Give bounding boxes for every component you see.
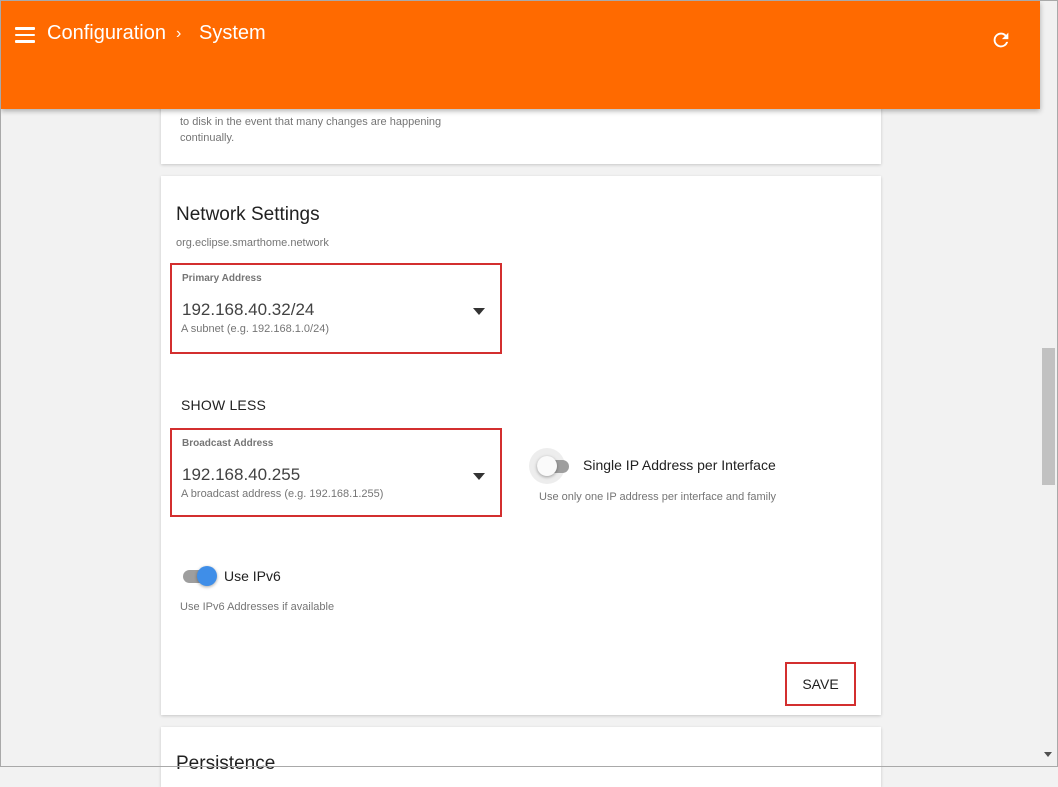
persistence-card-title: Persistence (176, 753, 276, 774)
app-header: Configuration › System (1, 1, 1040, 109)
broadcast-address-value: 192.168.40.255 (182, 465, 301, 484)
network-settings-card: Network Settings org.eclipse.smarthome.n… (161, 176, 881, 715)
broadcast-address-label: Broadcast Address (182, 438, 274, 449)
dropdown-arrow-icon[interactable] (473, 473, 485, 480)
single-ip-description: Use only one IP address per interface an… (539, 491, 777, 503)
toggle-thumb (197, 566, 217, 586)
single-ip-toggle[interactable] (529, 448, 573, 484)
scroll-down-arrow-icon[interactable] (1044, 752, 1052, 757)
primary-address-hint: A subnet (e.g. 192.168.1.0/24) (181, 323, 330, 335)
hamburger-menu-icon[interactable] (15, 27, 35, 43)
dropdown-arrow-icon[interactable] (473, 308, 485, 315)
use-ipv6-label: Use IPv6 (224, 568, 281, 584)
breadcrumb-configuration[interactable]: Configuration (47, 22, 166, 45)
scrollbar-thumb[interactable] (1042, 348, 1055, 485)
previous-settings-card: to disk in the event that many changes a… (161, 100, 881, 164)
use-ipv6-description: Use IPv6 Addresses if available (180, 601, 335, 613)
toggle-thumb (537, 456, 557, 476)
save-button[interactable]: SAVE (785, 662, 856, 706)
primary-address-value: 192.168.40.32/24 (182, 300, 315, 319)
show-less-button[interactable]: SHOW LESS (181, 397, 266, 413)
broadcast-address-select[interactable]: Broadcast Address 192.168.40.255 A broad… (170, 428, 502, 517)
persistence-card: Persistence (161, 727, 881, 787)
use-ipv6-toggle[interactable] (179, 564, 219, 588)
previous-card-description: to disk in the event that many changes a… (180, 116, 442, 144)
chevron-right-icon: › (176, 25, 182, 42)
page-scrollbar[interactable] (1040, 0, 1057, 767)
breadcrumb-system: System (199, 22, 266, 44)
primary-address-select[interactable]: Primary Address 192.168.40.32/24 A subne… (170, 263, 502, 354)
card-subtitle: org.eclipse.smarthome.network (176, 237, 329, 249)
primary-address-label: Primary Address (182, 273, 262, 284)
card-title: Network Settings (176, 204, 320, 225)
refresh-icon[interactable] (990, 29, 1012, 51)
broadcast-address-hint: A broadcast address (e.g. 192.168.1.255) (181, 488, 384, 500)
single-ip-label: Single IP Address per Interface (583, 457, 776, 473)
